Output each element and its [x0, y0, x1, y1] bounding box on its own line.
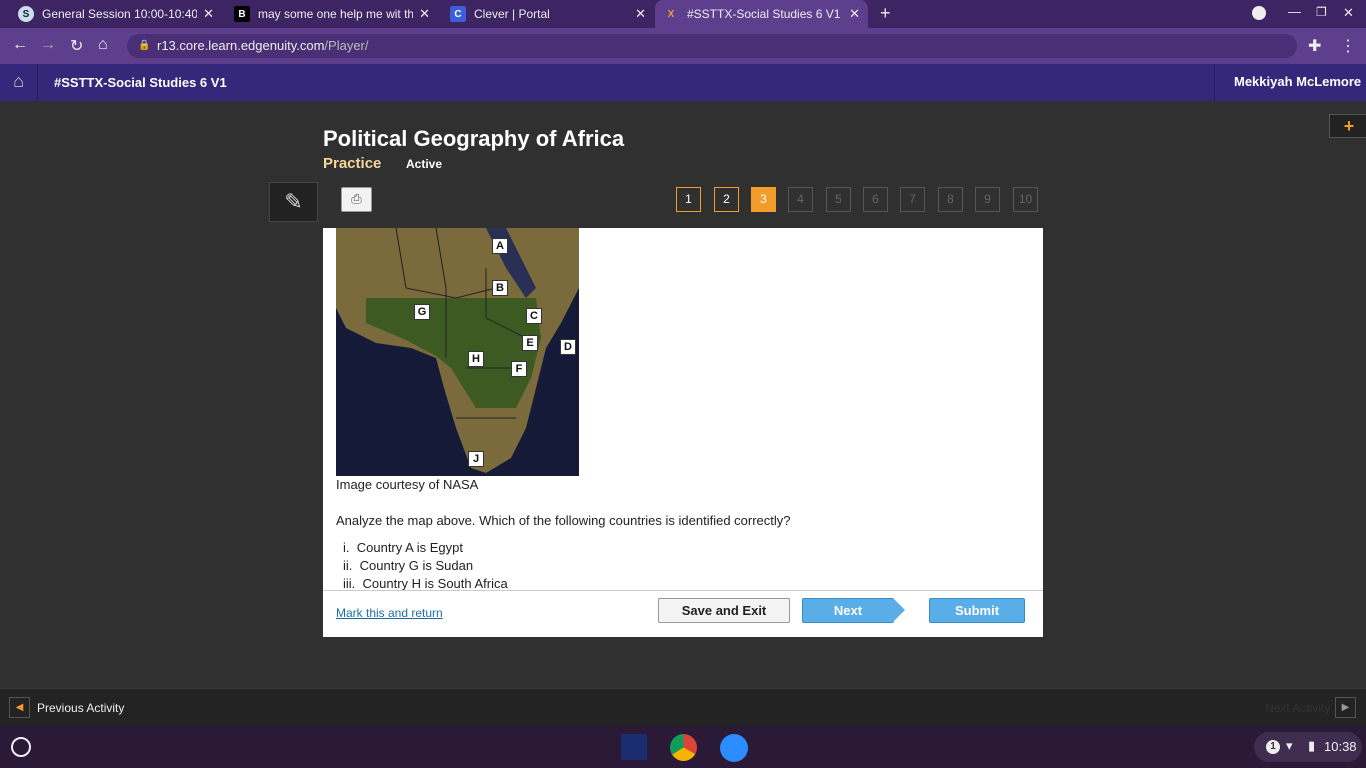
next-activity-button[interactable]: ▶ — [1335, 697, 1356, 718]
lesson-title: Political Geography of Africa — [323, 126, 625, 151]
close-tab-icon[interactable]: ✕ — [635, 6, 646, 22]
close-tab-icon[interactable]: ✕ — [849, 6, 860, 22]
battery-icon: ▮ — [1308, 738, 1316, 753]
tab-favicon-icon: B — [234, 6, 250, 22]
previous-activity-button[interactable]: ◀ — [9, 697, 30, 718]
status-tray[interactable]: 1 ▾ ▮ 10:38 — [1254, 732, 1362, 762]
previous-activity-label[interactable]: Previous Activity — [37, 701, 124, 715]
clock: 10:38 — [1324, 739, 1357, 754]
tab-favicon-icon: X — [667, 8, 675, 20]
next-button[interactable]: Next — [802, 598, 894, 623]
map-label-e: E — [522, 335, 538, 351]
page-button-2[interactable]: 2 — [714, 187, 739, 212]
home-button[interactable]: ⌂ — [0, 64, 38, 101]
activity-mode: Practice — [323, 155, 382, 172]
profile-icon[interactable] — [1252, 6, 1266, 20]
home-icon[interactable]: ⌂ — [98, 36, 108, 54]
answer-option: i. Country A is Egypt — [343, 540, 463, 555]
tab-title: may some one help me wit these — [258, 7, 414, 21]
africa-map-image — [336, 228, 579, 476]
user-menu[interactable]: Mekkiyah McLemore — [1214, 64, 1361, 101]
answer-option: iii. Country H is South Africa — [343, 576, 508, 591]
browser-tab[interactable]: Bmay some one help me wit these ✕ — [226, 0, 438, 28]
tab-title: #SSTTX-Social Studies 6 V1 - Ed — [687, 7, 843, 21]
tab-title: General Session 10:00-10:40am — [42, 7, 198, 21]
question-panel: A B C D EF G H J Image courtesy of NASA Analyze… — [323, 228, 1043, 637]
map-label-b: B — [492, 280, 508, 296]
map-label-d: D — [560, 339, 576, 355]
save-and-exit-button[interactable]: Save and Exit — [658, 598, 790, 623]
mark-and-return-link[interactable]: Mark this and return — [336, 606, 443, 620]
url-path: /Player/ — [324, 38, 369, 53]
url-input[interactable]: 🔒 r13.core.learn.edgenuity.com/Player/ — [127, 34, 1297, 58]
pencil-tool-button[interactable]: ✎ — [269, 182, 318, 222]
maximize-button[interactable]: ❐ — [1316, 5, 1327, 19]
user-name: Mekkiyah McLemore — [1234, 74, 1362, 89]
reload-icon[interactable]: ↻ — [70, 36, 83, 56]
close-window-button[interactable]: ✕ — [1343, 5, 1354, 21]
wifi-icon: ▾ — [1286, 738, 1293, 753]
page-button-8[interactable]: 8 — [938, 187, 963, 212]
page-button-4[interactable]: 4 — [788, 187, 813, 212]
minimize-button[interactable]: — — [1288, 4, 1301, 19]
browser-tab-strip: S General Session 10:00-10:40am ✕ Bmay som… — [0, 0, 1366, 28]
pencil-icon: ✎ — [284, 189, 303, 214]
url-host: r13.core.learn.edgenuity.com — [157, 38, 325, 53]
browser-tab[interactable]: C Clever | Portal ✕ — [442, 0, 654, 28]
page-button-9[interactable]: 9 — [975, 187, 1000, 212]
page-button-6[interactable]: 6 — [863, 187, 888, 212]
extensions-icon[interactable]: ✚ — [1308, 36, 1321, 56]
map-label-h: H — [468, 351, 484, 367]
back-icon[interactable]: ← — [12, 36, 28, 54]
app-icon[interactable] — [621, 734, 647, 760]
course-title: #SSTTX-Social Studies 6 V1 — [54, 75, 227, 90]
page-button-1[interactable]: 1 — [676, 187, 701, 212]
menu-icon[interactable]: ⋮ — [1340, 36, 1356, 56]
next-arrow-icon — [893, 598, 905, 622]
next-activity-label: Next Activity — [1265, 701, 1331, 715]
tools-plus-button[interactable]: + — [1329, 114, 1366, 138]
app-header: ⌂ #SSTTX-Social Studies 6 V1 Mekkiyah Mc… — [0, 64, 1366, 101]
forward-icon[interactable]: → — [40, 36, 56, 54]
close-tab-icon[interactable]: ✕ — [419, 6, 430, 22]
page-button-10[interactable]: 10 — [1013, 187, 1038, 212]
question-prompt: Analyze the map above. Which of the foll… — [336, 513, 791, 528]
chrome-icon[interactable] — [670, 734, 697, 761]
tab-favicon-icon: C — [450, 6, 466, 22]
zoom-icon[interactable] — [720, 734, 748, 762]
map-label-c: C — [526, 308, 542, 324]
page-button-5[interactable]: 5 — [826, 187, 851, 212]
submit-button[interactable]: Submit — [929, 598, 1025, 623]
tab-favicon-icon: S — [18, 6, 34, 22]
answer-option: ii. Country G is Sudan — [343, 558, 474, 573]
print-button[interactable]: ⎙ — [341, 187, 372, 212]
activity-nav-bar: ◀ Previous Activity Next Activity ▶ — [0, 688, 1366, 726]
page-button-7[interactable]: 7 — [900, 187, 925, 212]
lock-icon: 🔒 — [138, 40, 151, 51]
activity-status: Active — [406, 157, 443, 171]
map-label-j: J — [468, 451, 484, 467]
close-tab-icon[interactable]: ✕ — [203, 6, 214, 22]
launcher-icon[interactable] — [11, 737, 31, 757]
os-shelf: 1 ▾ ▮ 10:38 — [0, 726, 1366, 768]
printer-icon: ⎙ — [351, 191, 362, 206]
map-label-f: F — [511, 361, 527, 377]
browser-tab[interactable]: S General Session 10:00-10:40am ✕ — [10, 0, 222, 28]
map-label-g: G — [414, 304, 430, 320]
new-tab-button[interactable]: + — [880, 3, 891, 24]
browser-tab-active[interactable]: X #SSTTX-Social Studies 6 V1 - Ed ✕ — [655, 0, 868, 28]
notification-badge: 1 — [1266, 740, 1280, 754]
address-bar-row: ← → ↻ ⌂ 🔒 r13.core.learn.edgenuity.com/Pl… — [0, 28, 1366, 64]
map-label-a: A — [492, 238, 508, 254]
page-button-3[interactable]: 3 — [751, 187, 776, 212]
image-credit: Image courtesy of NASA — [336, 477, 479, 492]
tab-title: Clever | Portal — [474, 7, 550, 21]
